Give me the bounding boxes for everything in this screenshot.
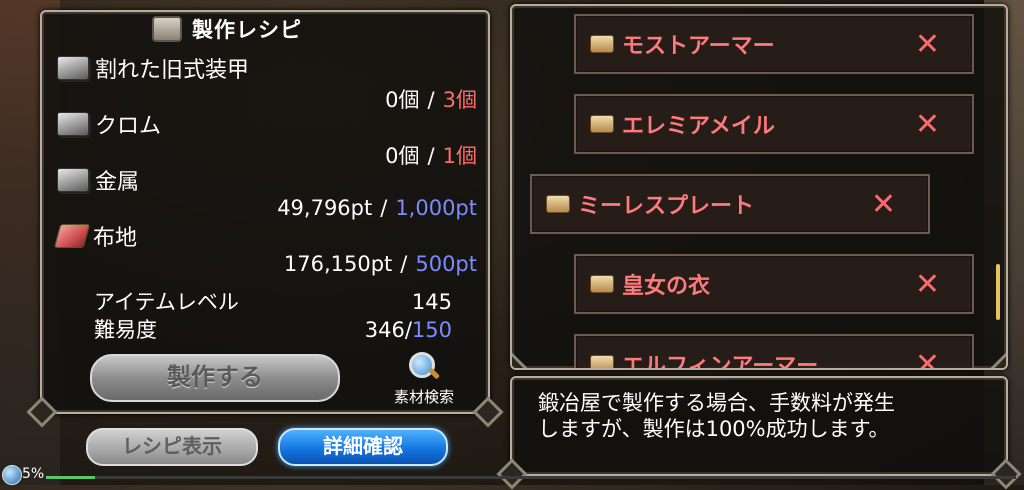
material-have: 176,150pt: [283, 252, 393, 276]
status-bar: 5%: [0, 465, 1024, 485]
details-button[interactable]: 詳細確認: [278, 428, 448, 466]
difficulty-have: 346: [364, 318, 405, 342]
recipe-view-button[interactable]: レシピ表示: [86, 428, 258, 466]
description-line: 鍛冶屋で製作する場合、手数料が発生: [538, 391, 895, 415]
material-row: クロム 0個/1個: [57, 108, 477, 168]
recipe-name: ミーレスプレート: [578, 194, 755, 219]
material-row: 布地 176,150pt/500pt: [53, 220, 477, 276]
material-have: 49,796pt: [277, 196, 373, 220]
list-scrollbar[interactable]: [996, 264, 1000, 320]
recipe-list-item[interactable]: エルフィンアーマー ✕: [574, 334, 974, 370]
material-row: 割れた旧式装甲 0個/3個: [57, 52, 477, 112]
ingot-icon: [57, 56, 89, 80]
recipe-name: エルフィンアーマー: [622, 354, 819, 370]
progress-track: [46, 476, 1016, 479]
progress-percent: 5%: [22, 466, 45, 482]
recipe-scroll-icon: [590, 115, 614, 133]
recipe-list-item[interactable]: エレミアメイル ✕: [574, 94, 974, 154]
recipe-scroll-icon: [546, 195, 570, 213]
material-name: 布地: [93, 226, 138, 251]
recipe-scroll-icon: [590, 275, 614, 293]
unavailable-mark-icon: ✕: [870, 186, 896, 222]
description-panel: 鍛冶屋で製作する場合、手数料が発生 しますが、製作は100%成功します。: [510, 376, 1008, 476]
unavailable-mark-icon: ✕: [914, 266, 940, 302]
recipe-list-item-selected[interactable]: ミーレスプレート ✕: [530, 174, 930, 234]
item-level-value: 145: [411, 290, 452, 314]
recipe-list-item[interactable]: 皇女の衣 ✕: [574, 254, 974, 314]
material-name: 割れた旧式装甲: [95, 58, 250, 83]
recipe-panel: 製作レシピ 割れた旧式装甲 0個/3個 クロム 0個/1個 金属 49,796p…: [40, 10, 490, 414]
recipe-name: 皇女の衣: [622, 274, 711, 299]
difficulty-row: 難易度 346/150: [94, 316, 452, 344]
recipe-list-panel: モストアーマー ✕ エレミアメイル ✕ ミーレスプレート ✕ 皇女の衣 ✕ エル…: [510, 4, 1008, 370]
material-need: 1,000pt: [395, 196, 477, 220]
ingot-icon: [57, 168, 89, 192]
craft-button[interactable]: 製作する: [90, 354, 340, 402]
globe-icon: [2, 465, 22, 485]
material-search-label: 素材検索: [393, 388, 454, 406]
chest-icon: [152, 16, 182, 42]
material-row: 金属 49,796pt/1,000pt: [57, 164, 477, 220]
material-count: 49,796pt/1,000pt: [277, 196, 477, 220]
recipe-scroll-icon: [590, 355, 614, 368]
material-need: 500pt: [415, 252, 477, 276]
difficulty-need: 150: [411, 318, 452, 342]
difficulty-label: 難易度: [94, 318, 157, 342]
recipe-list-item[interactable]: モストアーマー ✕: [574, 14, 974, 74]
recipe-name: エレミアメイル: [622, 114, 775, 139]
material-name: クロム: [95, 114, 162, 139]
unavailable-mark-icon: ✕: [914, 26, 940, 62]
recipe-scroll-icon: [590, 35, 614, 53]
difficulty-value: 346/150: [364, 318, 452, 342]
description-line: しますが、製作は100%成功します。: [538, 417, 890, 441]
recipe-name: モストアーマー: [622, 34, 775, 59]
item-level-label: アイテムレベル: [94, 290, 239, 314]
unavailable-mark-icon: ✕: [914, 106, 940, 142]
ingot-icon: [57, 112, 89, 136]
material-search-button[interactable]: 素材検索: [388, 352, 460, 407]
progress-fill: [46, 476, 95, 479]
item-level-row: アイテムレベル 145: [94, 288, 452, 316]
material-count: 176,150pt/500pt: [283, 252, 477, 276]
material-name: 金属: [95, 170, 140, 195]
unavailable-mark-icon: ✕: [914, 346, 940, 370]
magnifier-icon: [409, 352, 441, 382]
recipe-stats: アイテムレベル 145 難易度 346/150: [94, 288, 452, 344]
recipe-title-row: 製作レシピ: [152, 14, 302, 44]
description-text: 鍛冶屋で製作する場合、手数料が発生 しますが、製作は100%成功します。: [538, 390, 988, 442]
recipe-title: 製作レシピ: [192, 18, 302, 42]
cloth-icon: [53, 224, 91, 248]
